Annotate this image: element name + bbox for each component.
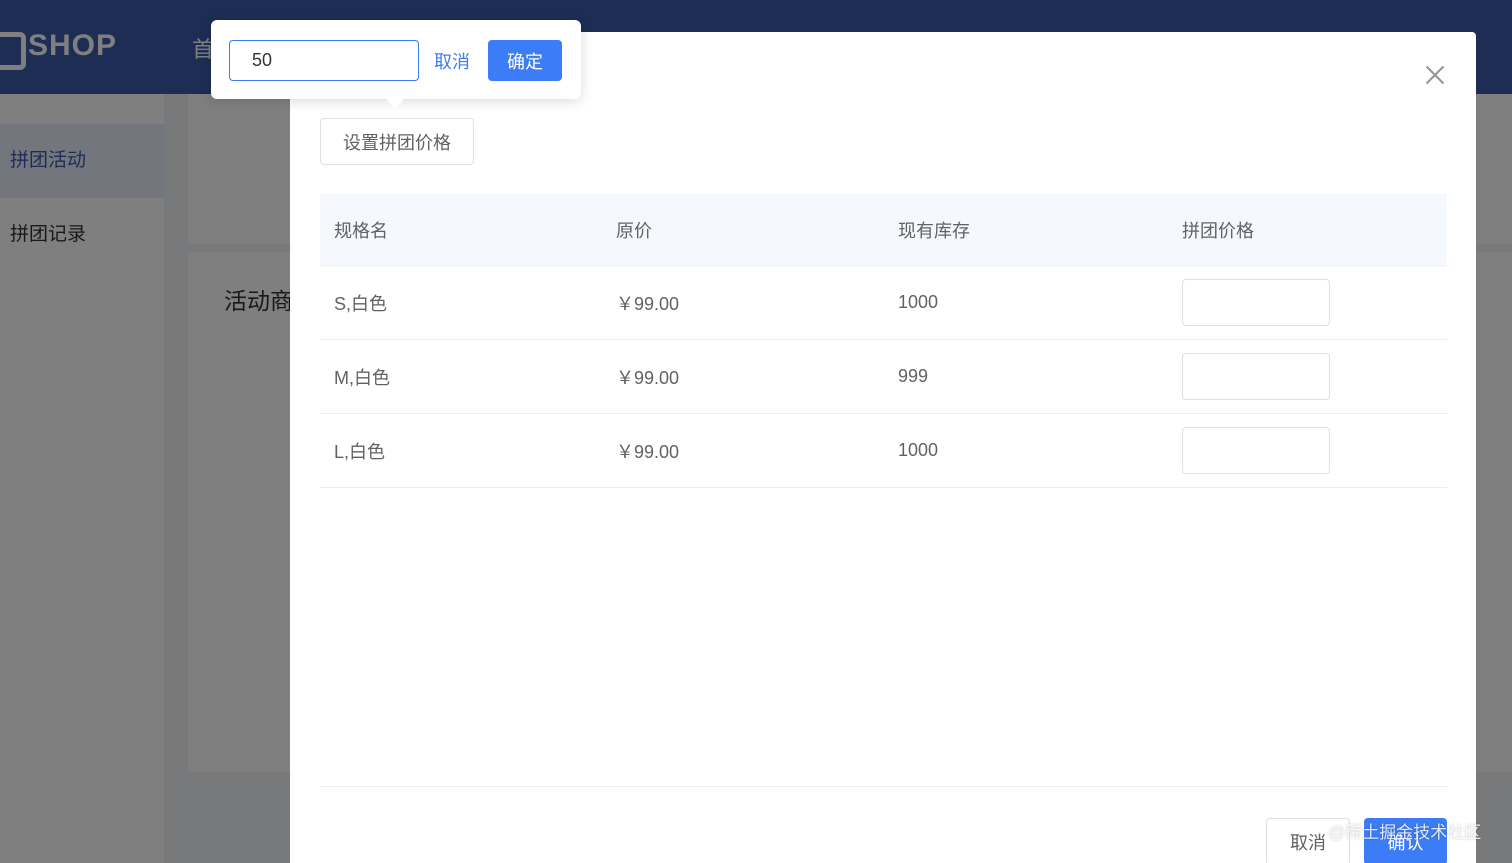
group-price-cell xyxy=(1166,279,1447,326)
batch-price-popover: 取消 确定 xyxy=(211,20,581,109)
column-header-group-price: 拼团价格 xyxy=(1182,220,1254,241)
price-cell: ￥99.00 xyxy=(616,441,680,462)
spec-cell: L,白色 xyxy=(334,441,386,462)
group-price-cell xyxy=(1166,427,1447,474)
spec-cell: M,白色 xyxy=(334,367,390,388)
stock-cell: 999 xyxy=(898,366,929,386)
column-header-stock: 现有库存 xyxy=(898,220,970,241)
group-price-input[interactable] xyxy=(1182,427,1330,474)
price-cell: ￥99.00 xyxy=(616,367,680,388)
group-price-dialog: 设置拼团价格 规格名 原价 现有库存 拼团价格 S,白色 ￥99.00 1000… xyxy=(290,32,1476,863)
table-header: 规格名 原价 现有库存 拼团价格 xyxy=(320,194,1447,266)
table-row: L,白色 ￥99.00 1000 xyxy=(320,414,1447,488)
column-header-price: 原价 xyxy=(616,220,652,241)
footer-divider xyxy=(320,786,1447,787)
table-row: M,白色 ￥99.00 999 xyxy=(320,340,1447,414)
column-header-spec: 规格名 xyxy=(334,220,388,241)
set-group-price-button[interactable]: 设置拼团价格 xyxy=(320,118,474,165)
group-price-input[interactable] xyxy=(1182,279,1330,326)
table-row: S,白色 ￥99.00 1000 xyxy=(320,266,1447,340)
popover-confirm-button[interactable]: 确定 xyxy=(488,40,562,81)
stock-cell: 1000 xyxy=(898,440,939,460)
stock-cell: 1000 xyxy=(898,292,939,312)
price-cell: ￥99.00 xyxy=(616,293,680,314)
group-price-input[interactable] xyxy=(1182,353,1330,400)
popover-cancel-button[interactable]: 取消 xyxy=(434,48,470,74)
spec-cell: S,白色 xyxy=(334,293,388,314)
watermark: @稀土掘金技术社区 xyxy=(1328,823,1482,842)
batch-price-input[interactable] xyxy=(229,40,419,81)
spec-table: 规格名 原价 现有库存 拼团价格 S,白色 ￥99.00 1000 M,白色 ￥… xyxy=(320,194,1447,488)
group-price-cell xyxy=(1166,353,1447,400)
close-icon[interactable] xyxy=(1424,64,1446,86)
